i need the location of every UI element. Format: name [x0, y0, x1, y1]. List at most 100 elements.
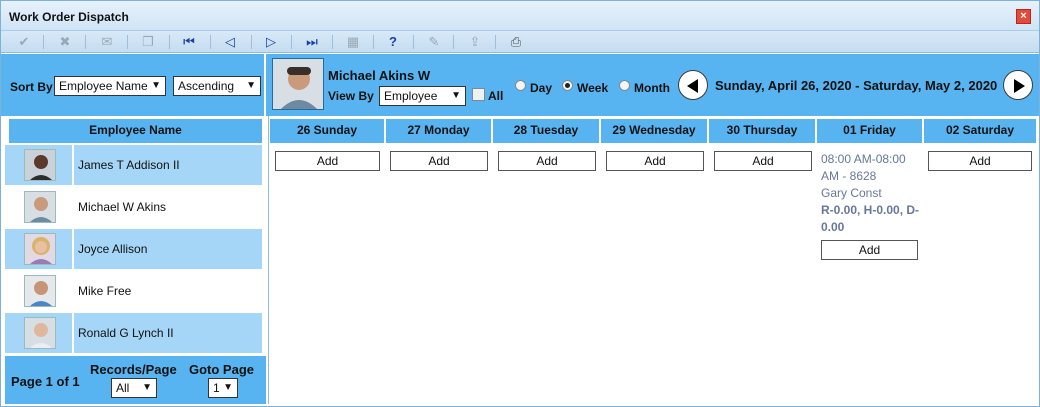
close-icon[interactable]: × [1016, 9, 1031, 24]
table-row[interactable]: Mike Free [5, 271, 262, 311]
toolbar: ✔ ✖ ✉ ❐ ⏮ ◁ ▷ ⏭ ▦ ? ✎ ⇪ ⎙ [1, 31, 1039, 53]
add-button-friday[interactable]: Add [821, 240, 918, 260]
cell-divider [72, 271, 74, 311]
day-header: 30 Thursday [709, 119, 815, 143]
avatar-photo-icon [25, 276, 55, 306]
day-label: Day [530, 81, 553, 95]
cell-divider [72, 145, 74, 185]
toolbar-separator [495, 35, 496, 49]
week-label: Week [577, 81, 609, 95]
chevron-down-icon: ▼ [223, 382, 233, 393]
records-per-page-value: All [116, 381, 130, 395]
toolbar-separator [127, 35, 128, 49]
title-bar: Work Order Dispatch × [1, 1, 1039, 31]
cell-divider [72, 229, 74, 269]
table-row[interactable]: Michael W Akins [5, 187, 262, 227]
all-label: All [488, 89, 504, 103]
avatar-photo-icon [25, 192, 55, 222]
all-checkbox[interactable] [472, 88, 485, 101]
add-button-wednesday[interactable]: Add [606, 151, 704, 171]
date-range: Sunday, April 26, 2020 - Saturday, May 2… [715, 78, 998, 93]
week-radio[interactable] [562, 80, 573, 91]
help-icon[interactable]: ? [380, 33, 406, 51]
day-header: 28 Tuesday [493, 119, 599, 143]
toolbar-separator [85, 35, 86, 49]
add-button-thursday[interactable]: Add [714, 151, 812, 171]
table-row[interactable]: Joyce Allison [5, 229, 262, 269]
goto-page-label: Goto Page [189, 362, 255, 377]
toolbar-separator [291, 35, 292, 49]
employee-name: Ronald G Lynch II [78, 326, 174, 340]
cancel-icon[interactable]: ✖ [52, 33, 78, 51]
previous-week-button[interactable] [678, 70, 708, 100]
avatar [272, 58, 324, 110]
print-icon[interactable]: ⎙ [503, 33, 529, 51]
copy-icon[interactable]: ❐ [135, 33, 161, 51]
calendar-icon[interactable]: ▦ [340, 33, 366, 51]
day-header: 27 Monday [386, 119, 491, 143]
avatar [24, 149, 56, 181]
employee-name: Michael W Akins [78, 200, 167, 214]
last-icon[interactable]: ⏭ [299, 33, 325, 51]
check-icon[interactable]: ✔ [11, 33, 37, 51]
day-header: 02 Saturday [924, 119, 1036, 143]
avatar-photo-icon [25, 318, 55, 348]
table-row[interactable]: Ronald G Lynch II [5, 313, 262, 353]
cell-divider [72, 187, 74, 227]
sort-order-value: Ascending [178, 79, 235, 93]
event-hours: R-0.00, H-0.00, D-0.00 [821, 203, 920, 234]
day-header: 29 Wednesday [601, 119, 707, 143]
page-indicator: Page 1 of 1 [11, 374, 80, 389]
toolbar-separator [169, 35, 170, 49]
add-button-monday[interactable]: Add [390, 151, 488, 171]
avatar-photo-icon [25, 234, 55, 264]
employee-name: James T Addison II [78, 158, 180, 172]
next-week-button[interactable] [1003, 70, 1033, 100]
event-customer: Gary Const [821, 186, 882, 200]
day-radio[interactable] [515, 80, 526, 91]
add-button-sunday[interactable]: Add [275, 151, 380, 171]
day-header: 26 Sunday [270, 119, 384, 143]
chevron-down-icon: ▼ [246, 80, 256, 91]
employee-name: Mike Free [78, 284, 132, 298]
view-by-label: View By [328, 89, 374, 103]
day-header: 01 Friday [817, 119, 922, 143]
add-button-tuesday[interactable]: Add [498, 151, 596, 171]
avatar-photo-icon [273, 59, 323, 109]
selected-employee-name: Michael Akins W [328, 68, 431, 83]
work-order-dispatch-window: Work Order Dispatch × ✔ ✖ ✉ ❐ ⏮ ◁ ▷ ⏭ ▦ … [0, 0, 1040, 407]
table-row[interactable]: James T Addison II [5, 145, 262, 185]
month-radio[interactable] [619, 80, 630, 91]
sort-field-value: Employee Name [59, 79, 148, 93]
employee-name: Joyce Allison [78, 242, 148, 256]
prev-icon[interactable]: ◁ [217, 33, 243, 51]
toolbar-separator [453, 35, 454, 49]
panel-divider [268, 116, 269, 404]
export-icon[interactable]: ⇪ [462, 33, 488, 51]
window-title: Work Order Dispatch [9, 10, 129, 24]
chevron-down-icon: ▼ [151, 80, 161, 91]
toolbar-separator [413, 35, 414, 49]
sort-order-select[interactable]: Ascending ▼ [173, 76, 261, 96]
sort-by-label: Sort By [10, 80, 53, 94]
view-by-select[interactable]: Employee ▼ [379, 86, 466, 106]
chevron-down-icon: ▼ [451, 90, 461, 101]
chevron-down-icon: ▼ [142, 382, 152, 393]
goto-page-select[interactable]: 1 ▼ [208, 378, 238, 398]
avatar [24, 191, 56, 223]
add-button-saturday[interactable]: Add [928, 151, 1032, 171]
work-order-event[interactable]: 08:00 AM-08:00 AM - 8628 Gary Const R-0.… [821, 151, 921, 236]
month-label: Month [634, 81, 670, 95]
sort-field-select[interactable]: Employee Name ▼ [54, 76, 166, 96]
cell-divider [72, 313, 74, 353]
records-per-page-select[interactable]: All ▼ [111, 378, 157, 398]
toolbar-separator [210, 35, 211, 49]
first-icon[interactable]: ⏮ [176, 33, 202, 51]
avatar [24, 317, 56, 349]
mail-icon[interactable]: ✉ [94, 33, 120, 51]
view-by-value: Employee [384, 89, 438, 103]
note-icon[interactable]: ✎ [421, 33, 447, 51]
next-icon[interactable]: ▷ [258, 33, 284, 51]
avatar-photo-icon [25, 150, 55, 180]
employee-name-header: Employee Name [9, 119, 262, 143]
